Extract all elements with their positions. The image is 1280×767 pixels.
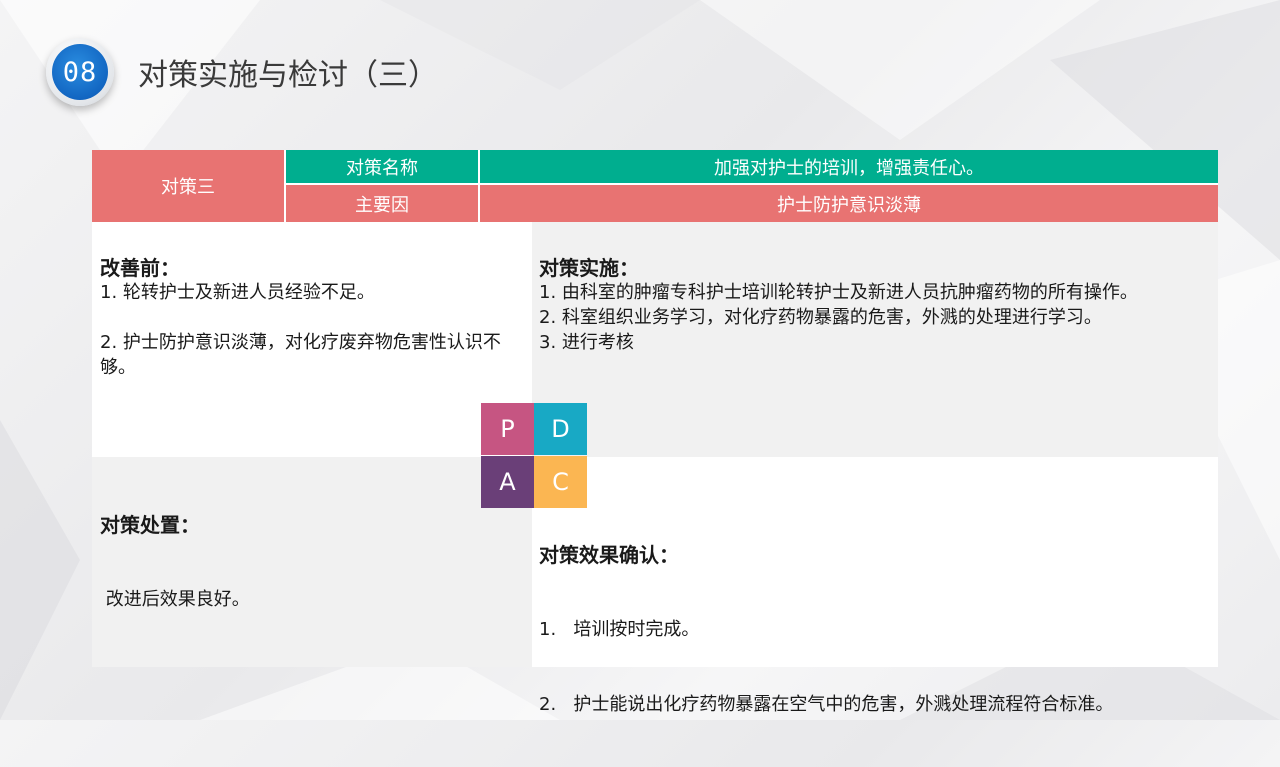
effect-text: 1. 培训按时完成。 2. 护士能说出化疗药物暴露在空气中的危害，外溅处理流程符… bbox=[539, 567, 1217, 767]
effect-confirmation-panel: 对策效果确认： 1. 培训按时完成。 2. 护士能说出化疗药物暴露在空气中的危害… bbox=[532, 457, 1218, 715]
effect-title: 对策效果确认： bbox=[539, 543, 679, 567]
implementation-line-1: 1. 由科室的肿瘤专科护士培训轮转护士及新进人员抗肿瘤药物的所有操作。 bbox=[539, 282, 1138, 303]
main-cause-value: 护士防护意识淡薄 bbox=[480, 185, 1218, 222]
before-line-2: 2. 护士防护意识淡薄，对化疗废弃物危害性认识不够。 bbox=[100, 332, 501, 378]
pdca-plan-tile: P bbox=[481, 403, 534, 455]
implementation-line-2: 2. 科室组织业务学习，对化疗药物暴露的危害，外溅的处理进行学习。 bbox=[539, 307, 1102, 328]
measure-name-value: 加强对护士的培训，增强责任心。 bbox=[480, 150, 1218, 185]
page-title: 对策实施与检讨（三） bbox=[138, 58, 438, 93]
pdca-check-tile: C bbox=[534, 456, 587, 508]
handling-line-1: 改进后效果良好。 bbox=[100, 589, 250, 610]
implementation-text: 1. 由科室的肿瘤专科护士培训轮转护士及新进人员抗肿瘤药物的所有操作。 2. 科… bbox=[539, 280, 1215, 355]
implementation-panel: 对策实施： 1. 由科室的肿瘤专科护士培训轮转护士及新进人员抗肿瘤药物的所有操作… bbox=[532, 222, 1218, 457]
pdca-act-tile: A bbox=[481, 456, 534, 508]
implementation-title: 对策实施： bbox=[539, 256, 639, 280]
before-line-blank bbox=[100, 305, 528, 330]
effect-line-1: 1. 培训按时完成。 bbox=[539, 619, 700, 640]
implementation-line-3: 3. 进行考核 bbox=[539, 332, 634, 353]
before-line-1: 1. 轮转护士及新进人员经验不足。 bbox=[100, 282, 375, 303]
effect-line-2: 2. 护士能说出化疗药物暴露在空气中的危害，外溅处理流程符合标准。 bbox=[539, 694, 1114, 715]
measure-name-label: 对策名称 bbox=[286, 150, 480, 185]
before-text: 1. 轮转护士及新进人员经验不足。 2. 护士防护意识淡薄，对化疗废弃物危害性认… bbox=[100, 280, 528, 380]
handling-title: 对策处置： bbox=[100, 513, 200, 537]
countermeasure-table: 对策三 对策名称 加强对护士的培训，增强责任心。 主要因 护士防护意识淡薄 bbox=[92, 150, 1218, 222]
handling-text: 改进后效果良好。 bbox=[100, 537, 528, 662]
section-number: 08 bbox=[52, 44, 108, 100]
section-badge: 08 bbox=[46, 38, 114, 106]
before-title: 改善前： bbox=[100, 256, 180, 280]
handling-panel: 对策处置： 改进后效果良好。 bbox=[92, 457, 532, 667]
pdca-do-tile: D bbox=[534, 403, 587, 455]
before-improvement-panel: 改善前： 1. 轮转护士及新进人员经验不足。 2. 护士防护意识淡薄，对化疗废弃… bbox=[92, 222, 532, 457]
countermeasure-label: 对策三 bbox=[92, 150, 286, 222]
main-cause-label: 主要因 bbox=[286, 185, 480, 222]
